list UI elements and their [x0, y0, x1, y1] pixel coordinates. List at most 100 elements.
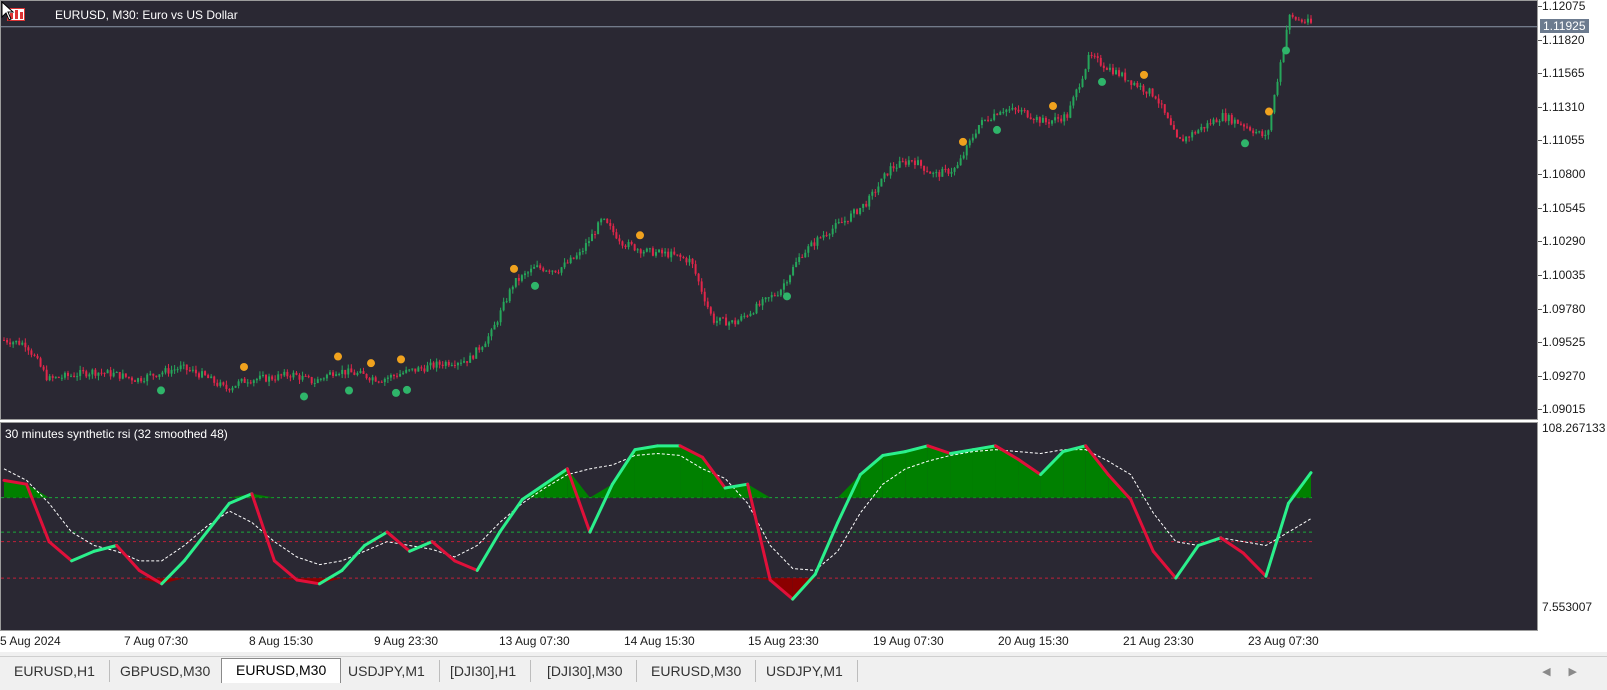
chart-tab[interactable]: EURUSD,M30 [221, 658, 342, 683]
candle-body [1182, 138, 1185, 142]
candle-body [1157, 98, 1160, 104]
rsi-segment [272, 559, 299, 582]
candle-body [536, 265, 539, 268]
candle-body [828, 234, 831, 236]
chart-tab[interactable]: GBPUSD,M30 [106, 660, 226, 682]
candle-body [999, 112, 1002, 115]
indicator-pane[interactable]: 30 minutes synthetic rsi (32 smoothed 48… [0, 422, 1538, 631]
candle-body [377, 381, 380, 383]
candle-body [862, 203, 865, 208]
candle-body [1178, 137, 1181, 139]
candle-body [1252, 130, 1255, 134]
candle-body [179, 365, 182, 370]
price-chart-pane[interactable]: EURUSD, M30: Euro vs US Dollar [0, 0, 1538, 420]
candle-body [1264, 134, 1267, 137]
candle-body [984, 119, 987, 121]
candle-body [987, 119, 990, 121]
candle-body [459, 362, 462, 364]
candle-body [277, 374, 280, 380]
candle-body [718, 317, 721, 321]
candle-body [1130, 80, 1133, 85]
candle-body [679, 254, 682, 258]
candle-body [722, 317, 725, 319]
candle-body [466, 361, 469, 363]
chart-tab[interactable]: [DJI30],H1 [436, 660, 532, 682]
candle-body [1273, 94, 1276, 113]
chart-tab[interactable]: EURUSD,M30 [637, 660, 757, 682]
candle-body [715, 320, 718, 323]
overbought-fill [905, 445, 928, 498]
candle-body [773, 295, 776, 297]
candle-body [993, 113, 996, 120]
candle-body [920, 160, 923, 166]
candle-body [1249, 127, 1252, 131]
rsi-segment [340, 543, 367, 572]
candle-body [1121, 72, 1124, 76]
chart-tab[interactable]: [DJI30],M30 [533, 660, 638, 682]
candle-body [517, 277, 520, 281]
candle-body [1148, 88, 1151, 94]
candle-body [158, 374, 161, 377]
candle-body [246, 382, 249, 384]
candle-body [1166, 112, 1169, 119]
candle-body [103, 372, 106, 374]
candle-body [237, 381, 240, 386]
candle-body [597, 222, 600, 235]
overbought-fill [1063, 445, 1086, 498]
candle-body [1096, 56, 1099, 58]
candle-body [469, 355, 472, 363]
chart-tab[interactable]: EURUSD,H1 [0, 660, 110, 682]
candle-body [929, 171, 932, 174]
candle-body [825, 235, 828, 237]
chart-tab[interactable]: USDJPY,M1 [752, 660, 858, 682]
candle-body [594, 233, 597, 235]
candle-body [670, 251, 673, 258]
candle-body [191, 369, 194, 371]
candle-body [429, 362, 432, 366]
candle-body [353, 372, 356, 375]
rsi-chart[interactable] [1, 423, 1537, 630]
candle-body [481, 347, 484, 350]
candle-body [295, 372, 298, 375]
price-axis: 1.12075 1.11820 1.11565 1.11310 1.11055 1.108… [1538, 0, 1607, 420]
tab-scroll-arrows-icon[interactable]: ◀▶ [1542, 665, 1595, 678]
candlestick-chart[interactable] [1, 1, 1537, 419]
indicator-axis-max: 108.267133 [1542, 421, 1606, 435]
candle-body [1041, 117, 1044, 123]
candle-body [124, 373, 127, 377]
overbought-fill [251, 493, 275, 498]
candle-body [197, 373, 200, 378]
candle-body [1078, 87, 1081, 90]
down-fractal-icon [510, 264, 518, 273]
candle-body [1047, 122, 1050, 124]
candle-body [176, 369, 179, 371]
candle-body [575, 255, 578, 259]
candle-body [856, 209, 859, 214]
candle-body [703, 291, 706, 302]
chart-tab[interactable]: USDJPY,M1 [334, 660, 440, 682]
candles [3, 12, 1312, 401]
candle-body [554, 270, 557, 273]
overbought-fill [657, 445, 681, 498]
candle-body [916, 160, 919, 166]
candle-body [1221, 113, 1224, 122]
candle-body [587, 241, 590, 244]
candle-body [682, 257, 685, 259]
rsi-segment [250, 492, 276, 563]
candle-body [764, 297, 767, 300]
candle-body [947, 169, 950, 174]
candle-body [551, 270, 554, 272]
candle-body [913, 160, 916, 166]
candle-body [612, 225, 615, 233]
candle-body [1279, 62, 1282, 82]
candle-body [185, 364, 188, 371]
up-fractal-icon [783, 292, 791, 301]
overbought-fill [567, 468, 590, 498]
candle-body [1160, 103, 1163, 105]
chart-type-icon[interactable] [7, 8, 49, 22]
candle-body [1118, 70, 1121, 76]
candle-body [944, 168, 947, 170]
candle-body [1224, 113, 1227, 121]
candle-body [782, 283, 785, 290]
candle-body [618, 238, 621, 242]
